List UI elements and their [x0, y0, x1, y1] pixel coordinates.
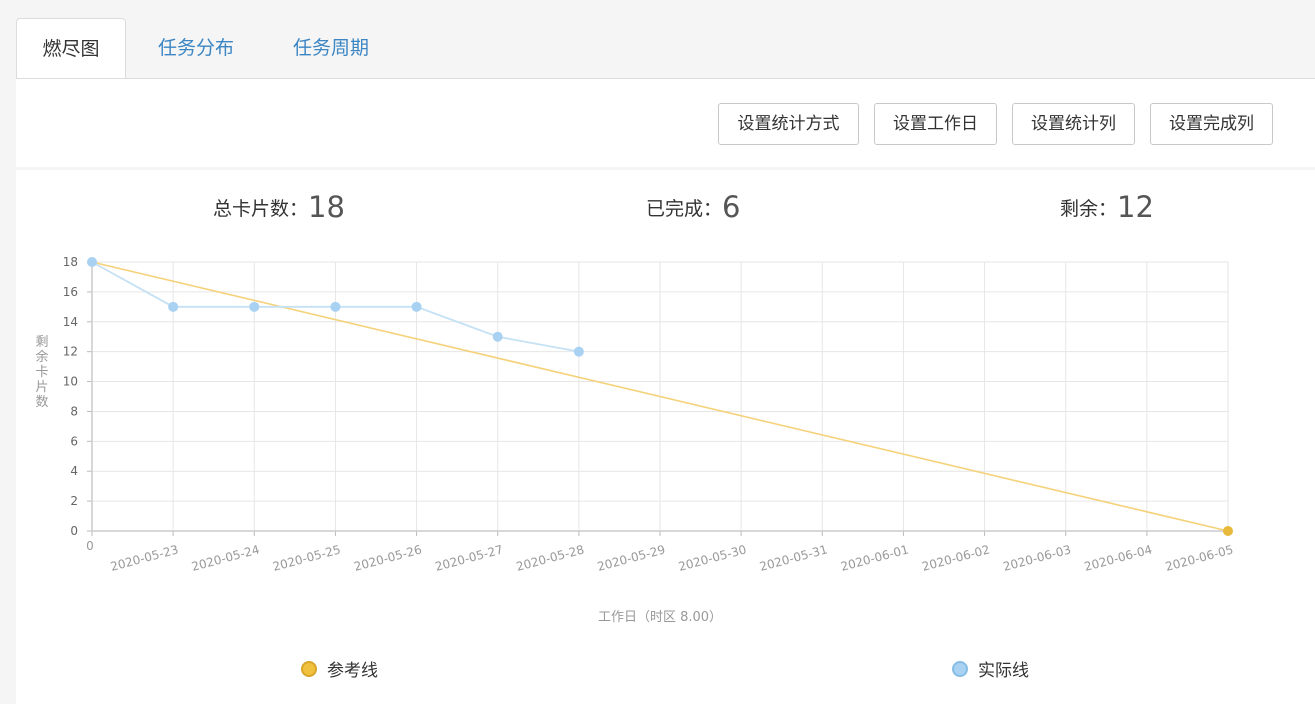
x-tick-label: 0 [86, 539, 94, 553]
series-point-1 [330, 301, 341, 312]
legend-actual-dot [952, 660, 968, 677]
y-axis-label: 剩余卡片数 [35, 335, 48, 410]
y-tick-label: 16 [63, 285, 78, 299]
set-workdays-button[interactable]: 设置工作日 [874, 103, 997, 145]
set-stat-mode-button[interactable]: 设置统计方式 [718, 103, 859, 145]
x-tick-label: 2020-06-02 [920, 542, 991, 574]
x-tick-label: 2020-05-26 [352, 542, 423, 574]
x-tick-label: 2020-05-23 [109, 542, 180, 574]
x-tick-label: 2020-05-25 [271, 542, 342, 574]
legend-reference-dot [301, 660, 317, 677]
x-tick-label: 2020-05-29 [596, 542, 667, 574]
x-tick-label: 2020-05-24 [190, 542, 261, 574]
series-point-1 [411, 301, 422, 312]
y-tick-label: 12 [63, 345, 78, 359]
series-point-1 [87, 257, 97, 267]
chart-panel: 总卡片数：18 已完成：6 剩余：12 0 2 4 6 8 10 12 14 16 18 0 2020… [16, 170, 1315, 704]
set-stat-column-button[interactable]: 设置统计列 [1012, 103, 1135, 145]
tab-bar: 燃尽图 任务分布 任务周期 [0, 0, 1315, 79]
tab-task-cycle[interactable]: 任务周期 [275, 18, 387, 79]
x-tick-label: 2020-06-01 [839, 542, 910, 574]
series-point-1 [492, 331, 503, 342]
x-tick-label: 2020-05-31 [758, 542, 829, 574]
series-point-1 [249, 301, 260, 312]
x-tick-label: 2020-05-27 [433, 542, 504, 574]
y-tick-label: 14 [63, 315, 78, 329]
y-tick-label: 10 [63, 375, 78, 389]
x-tick-label: 2020-05-28 [515, 542, 586, 574]
legend-actual[interactable]: 实际线 [952, 656, 1029, 681]
series-point-0 [1223, 526, 1233, 536]
x-tick-label: 2020-06-04 [1083, 542, 1154, 574]
y-tick-label: 0 [70, 524, 78, 538]
legend-reference[interactable]: 参考线 [301, 656, 378, 681]
y-tick-label: 6 [70, 434, 78, 448]
tab-task-distribution[interactable]: 任务分布 [140, 18, 252, 79]
burndown-chart: 0 2 4 6 8 10 12 14 16 18 0 2020-05-23 2020-05-24 2020… [35, 255, 1235, 625]
x-axis-label: 工作日（时区 8.00） [598, 610, 722, 625]
legend-reference-label: 参考线 [327, 661, 378, 681]
series-point-1 [573, 346, 584, 357]
x-tick-label: 2020-06-03 [1001, 542, 1072, 574]
series-point-1 [168, 301, 179, 312]
y-tick-label: 18 [63, 255, 78, 269]
y-tick-label: 4 [70, 464, 78, 478]
tab-burndown[interactable]: 燃尽图 [16, 18, 126, 79]
legend-actual-label: 实际线 [978, 661, 1029, 681]
toolbar-panel: 设置统计方式 设置工作日 设置统计列 设置完成列 [16, 79, 1315, 167]
x-tick-label: 2020-06-05 [1164, 542, 1235, 574]
y-tick-label: 2 [70, 494, 78, 508]
x-tick-label: 2020-05-30 [677, 542, 748, 574]
set-done-column-button[interactable]: 设置完成列 [1150, 103, 1273, 145]
y-tick-label: 8 [70, 404, 78, 418]
